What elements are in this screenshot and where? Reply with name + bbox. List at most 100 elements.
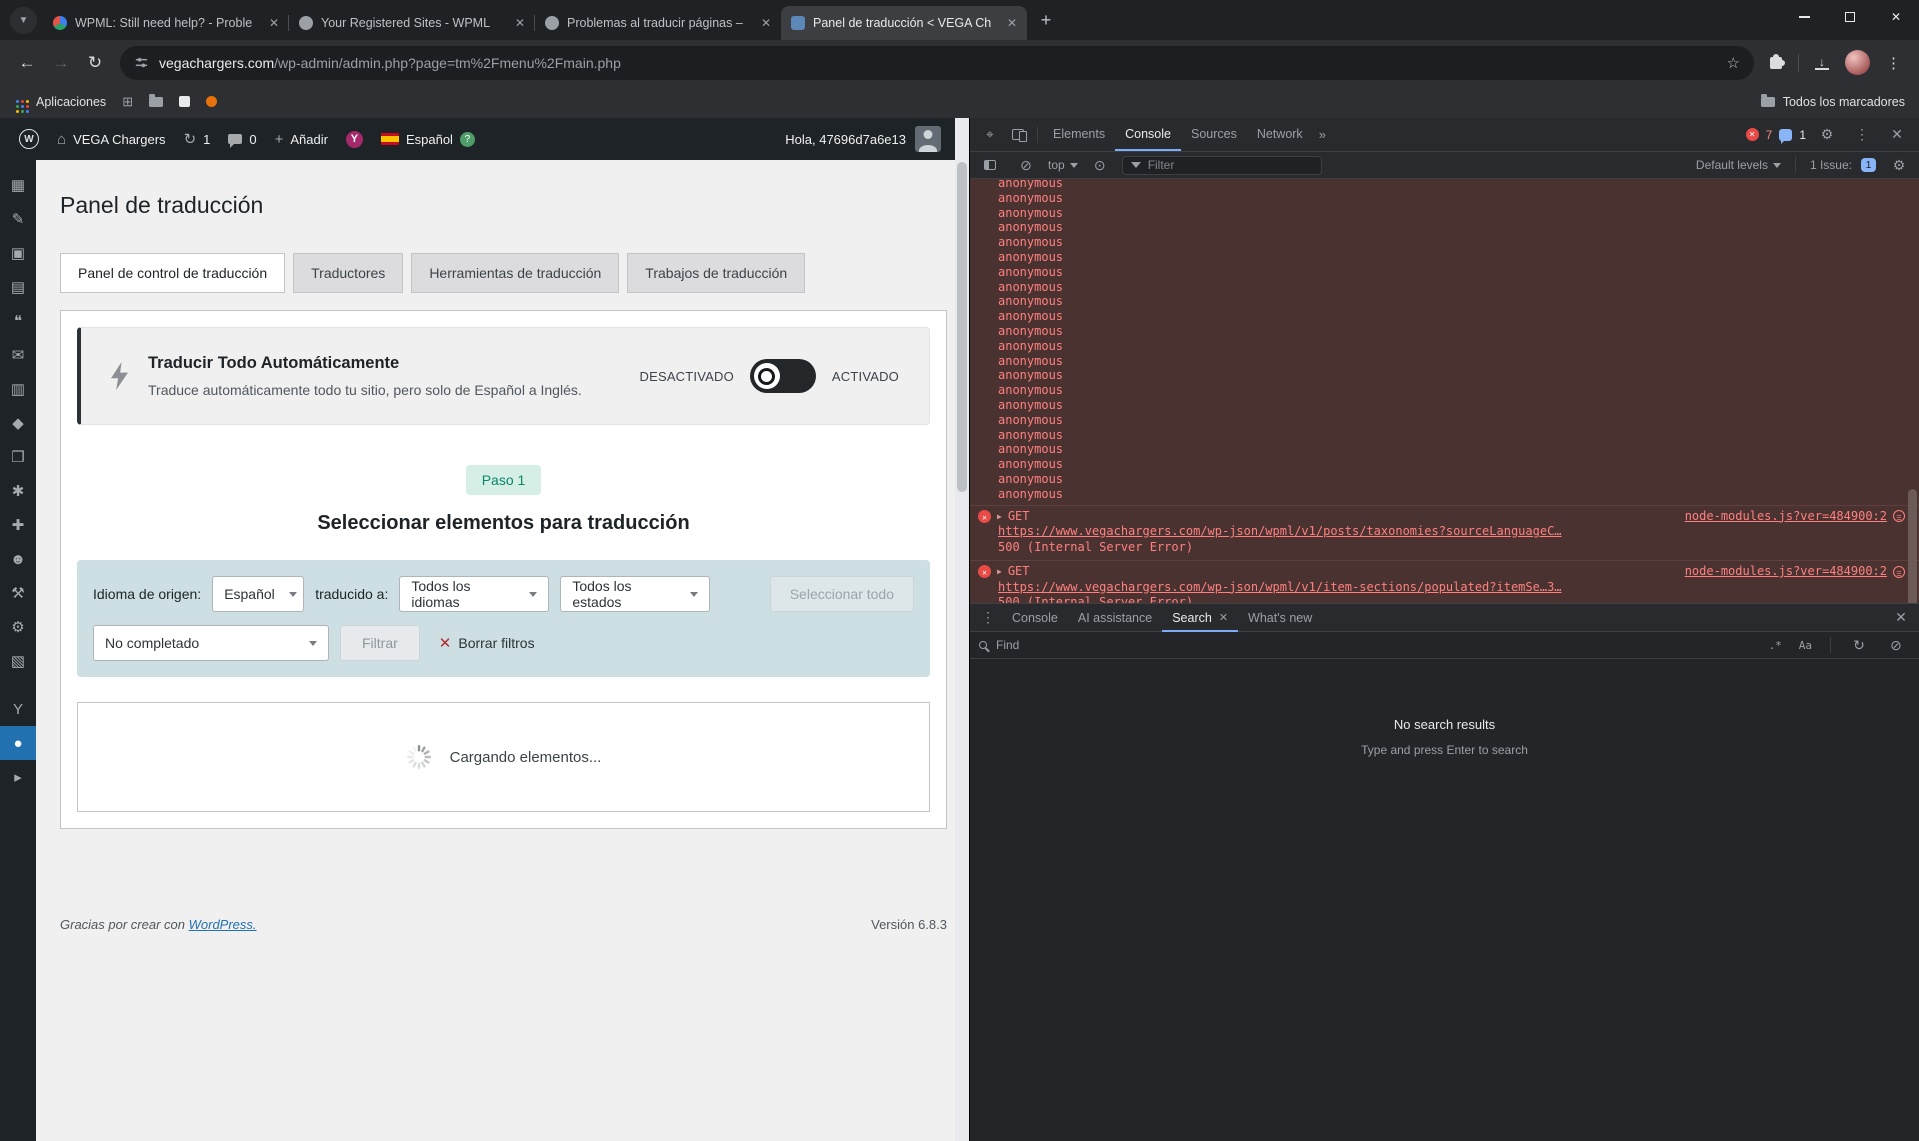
- select-all-button[interactable]: Seleccionar todo: [769, 576, 914, 612]
- stack-frame[interactable]: anonymous: [998, 368, 1919, 383]
- settings-gear-icon[interactable]: ⚙: [1813, 121, 1841, 149]
- sidebar-item-tools[interactable]: ⚒: [0, 576, 36, 610]
- stack-frame[interactable]: anonymous: [998, 354, 1919, 369]
- stack-frame[interactable]: anonymous: [998, 309, 1919, 324]
- sidebar-item-pages[interactable]: ▤: [0, 270, 36, 304]
- stack-frame[interactable]: anonymous: [998, 265, 1919, 280]
- tab-translators[interactable]: Traductores: [293, 253, 404, 293]
- stack-frame[interactable]: anonymous: [998, 235, 1919, 250]
- completion-status-select[interactable]: No completado: [93, 625, 329, 661]
- drawer-close-icon[interactable]: ✕: [1887, 604, 1915, 632]
- bookmark-star-icon[interactable]: ☆: [1727, 54, 1740, 72]
- ate-toggle[interactable]: [749, 359, 816, 393]
- browser-tab-3[interactable]: Problemas al traducir páginas – ✕: [534, 6, 781, 40]
- sidebar-item-analytics[interactable]: ▥: [0, 372, 36, 406]
- stack-frame[interactable]: anonymous: [998, 294, 1919, 309]
- sidebar-item-wpml[interactable]: ●: [0, 726, 36, 760]
- sidebar-item-modules[interactable]: ▧: [0, 644, 36, 678]
- source-language-select[interactable]: Español: [212, 576, 305, 612]
- stack-frame[interactable]: anonymous: [998, 339, 1919, 354]
- stack-frame[interactable]: anonymous: [998, 487, 1919, 502]
- bookmark-favicon[interactable]: [206, 96, 218, 107]
- chrome-menu-icon[interactable]: ⋮: [1886, 54, 1901, 72]
- maximize-button[interactable]: [1827, 0, 1873, 34]
- wordpress-link[interactable]: WordPress.: [189, 917, 257, 932]
- console-filter[interactable]: [1121, 155, 1322, 175]
- stack-frame[interactable]: anonymous: [998, 206, 1919, 221]
- tab-translation-tools[interactable]: Herramientas de traducción: [411, 253, 620, 293]
- sidebar-item-appearance[interactable]: ✱: [0, 474, 36, 508]
- yoast-menu[interactable]: Y: [337, 118, 372, 160]
- issues-icon[interactable]: [1779, 128, 1793, 144]
- log-levels-select[interactable]: Default levels: [1696, 158, 1781, 172]
- sidebar-item-settings[interactable]: ⚙: [0, 610, 36, 644]
- console-sidebar-icon[interactable]: [976, 151, 1004, 179]
- console-scrollbar-thumb[interactable]: [1908, 489, 1917, 603]
- comments-menu[interactable]: 0: [219, 118, 265, 160]
- sidebar-item-media[interactable]: ▣: [0, 236, 36, 270]
- help-icon[interactable]: ?: [459, 131, 475, 147]
- clear-filters-link[interactable]: ✕ Borrar filtros: [439, 634, 535, 652]
- all-bookmarks[interactable]: Todos los marcadores: [1760, 93, 1905, 109]
- sidebar-item-posts[interactable]: ✎: [0, 202, 36, 236]
- filter-button[interactable]: Filtrar: [340, 625, 420, 661]
- source-link[interactable]: node-modules.js?ver=484900:2: [1685, 509, 1887, 525]
- match-case-toggle[interactable]: Aa: [1795, 637, 1816, 654]
- downloads-icon[interactable]: ↓: [1815, 56, 1829, 70]
- stack-frame[interactable]: anonymous: [998, 472, 1919, 487]
- devtools-menu-icon[interactable]: ⋮: [1848, 121, 1876, 149]
- stack-frame[interactable]: anonymous: [998, 250, 1919, 265]
- sidebar-item-elementor[interactable]: ◆: [0, 406, 36, 440]
- extensions-icon[interactable]: [1770, 53, 1785, 69]
- stack-frame[interactable]: anonymous: [998, 220, 1919, 235]
- drawer-tab-ai-assistance[interactable]: AI assistance: [1068, 604, 1162, 632]
- tab-translation-jobs[interactable]: Trabajos de traducción: [627, 253, 806, 293]
- stack-frame[interactable]: anonymous: [998, 413, 1919, 428]
- stack-frame[interactable]: anonymous: [998, 324, 1919, 339]
- new-content-menu[interactable]: + Añadir: [266, 118, 337, 160]
- issues-count-chip[interactable]: 1: [1861, 158, 1876, 172]
- expand-icon[interactable]: ▶: [997, 509, 1002, 525]
- address-bar[interactable]: vegachargers.com/wp-admin/admin.php?page…: [120, 45, 1754, 80]
- close-search-tab-icon[interactable]: ✕: [1219, 611, 1228, 624]
- browser-tab-1[interactable]: WPML: Still need help? - Proble ✕: [43, 6, 289, 40]
- error-count-icon[interactable]: ✕: [1745, 128, 1759, 141]
- stack-frame[interactable]: anonymous: [998, 191, 1919, 206]
- request-url-link[interactable]: https://www.vegachargers.com/wp-json/wpm…: [998, 524, 1562, 538]
- stack-frame[interactable]: anonymous: [998, 428, 1919, 443]
- bookmark-folder-icon[interactable]: [149, 93, 164, 107]
- minimize-button[interactable]: [1781, 0, 1827, 34]
- stack-frame[interactable]: anonymous: [998, 398, 1919, 413]
- sidebar-item-comments[interactable]: ❝: [0, 304, 36, 338]
- sidebar-item-contact[interactable]: ✉: [0, 338, 36, 372]
- search-input[interactable]: [996, 638, 1756, 652]
- tab-close-icon[interactable]: ✕: [269, 16, 279, 30]
- stack-frame[interactable]: anonymous: [998, 442, 1919, 457]
- wp-logo-menu[interactable]: W: [10, 118, 48, 160]
- devtools-close-icon[interactable]: ✕: [1883, 121, 1911, 149]
- sidebar-item-dashboard[interactable]: ▦: [0, 168, 36, 202]
- stack-frame[interactable]: anonymous: [998, 457, 1919, 472]
- live-expression-eye-icon[interactable]: ⊙: [1086, 151, 1114, 179]
- drawer-tab-search[interactable]: Search ✕: [1162, 604, 1238, 632]
- sidebar-item-yoast[interactable]: Y: [0, 692, 36, 726]
- tab-search-icon[interactable]: ▼: [10, 7, 37, 34]
- filter-input[interactable]: [1147, 158, 1313, 172]
- bookmark-page-icon[interactable]: [179, 96, 191, 107]
- updates-menu[interactable]: ↻ 1: [175, 118, 220, 160]
- tab-translation-dashboard[interactable]: Panel de control de traducción: [60, 253, 286, 293]
- tab-close-icon[interactable]: ✕: [761, 16, 771, 30]
- language-switcher[interactable]: Español ?: [372, 118, 484, 160]
- tab-close-icon[interactable]: ✕: [515, 16, 525, 30]
- console-settings-icon[interactable]: ⚙: [1885, 151, 1913, 179]
- initiator-icon[interactable]: ☰: [1893, 510, 1905, 523]
- stack-frame[interactable]: anonymous: [998, 179, 1919, 191]
- new-tab-button[interactable]: +: [1033, 7, 1059, 33]
- reload-button[interactable]: ↻: [78, 46, 112, 80]
- device-toolbar-icon[interactable]: [1004, 121, 1032, 149]
- expand-icon[interactable]: ▶: [997, 564, 1002, 580]
- drawer-tab-whats-new[interactable]: What's new: [1238, 604, 1322, 632]
- drawer-tab-console[interactable]: Console: [1002, 604, 1068, 632]
- tab-sources[interactable]: Sources: [1181, 118, 1247, 151]
- initiator-icon[interactable]: ☰: [1893, 565, 1905, 578]
